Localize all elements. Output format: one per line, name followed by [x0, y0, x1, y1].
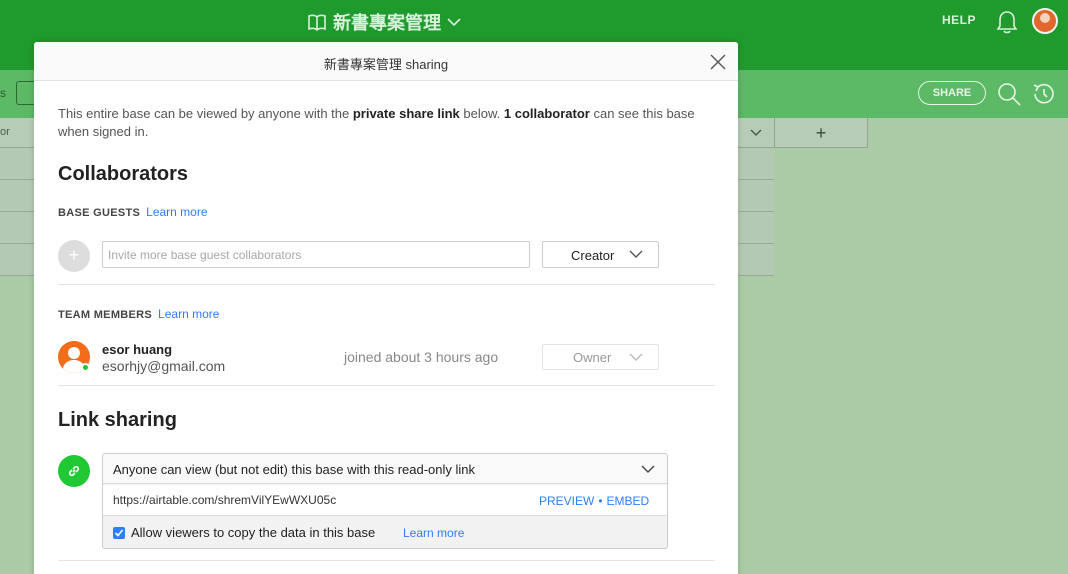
separator-dot: •: [598, 494, 603, 508]
link-sharing-heading: Link sharing: [58, 409, 177, 431]
invite-collaborators-input[interactable]: [102, 241, 530, 268]
checkmark-icon: [114, 529, 124, 537]
member-joined-time: joined about 3 hours ago: [344, 349, 499, 365]
member-name: esor huang: [102, 342, 173, 357]
chevron-down-icon: [629, 353, 643, 361]
column-header-stub[interactable]: or: [0, 126, 10, 138]
invite-role-select[interactable]: Creator: [542, 241, 659, 268]
base-guests-learn-more-link[interactable]: Learn more: [146, 205, 207, 219]
allow-copy-learn-more-link[interactable]: Learn more: [403, 526, 464, 540]
divider: [58, 385, 715, 386]
preview-link[interactable]: PREVIEW: [539, 494, 594, 508]
link-permission-value: Anyone can view (but not edit) this base…: [113, 462, 476, 477]
chevron-down-icon: [641, 465, 655, 473]
link-actions: PREVIEW • EMBED: [539, 494, 649, 508]
link-icon-badge: [58, 455, 90, 487]
add-column-button[interactable]: +: [774, 118, 868, 148]
member-role-value: Owner: [573, 350, 612, 365]
sharing-dialog: 新書專案管理 sharing This entire base can be v…: [34, 42, 738, 574]
chevron-down-icon: [447, 18, 461, 27]
online-status-dot: [81, 363, 90, 372]
base-title: 新書專案管理: [333, 13, 441, 33]
base-guests-label: BASE GUESTS Learn more: [58, 205, 208, 219]
member-email: esorhjy@gmail.com: [102, 358, 226, 374]
chevron-down-icon[interactable]: [748, 124, 764, 140]
link-permission-select[interactable]: Anyone can view (but not edit) this base…: [103, 454, 667, 484]
embed-link[interactable]: EMBED: [607, 494, 650, 508]
team-members-learn-more-link[interactable]: Learn more: [158, 307, 219, 321]
divider: [58, 560, 715, 561]
allow-copy-row: Allow viewers to copy the data in this b…: [103, 517, 667, 548]
user-avatar[interactable]: [1032, 8, 1058, 34]
allow-copy-label[interactable]: Allow viewers to copy the data in this b…: [131, 525, 375, 540]
view-name-stub: s: [0, 86, 6, 100]
close-icon[interactable]: [710, 54, 726, 70]
team-members-label: TEAM MEMBERS Learn more: [58, 307, 220, 321]
divider: [58, 284, 715, 285]
help-link[interactable]: HELP: [942, 13, 976, 27]
base-title-menu[interactable]: 新書專案管理: [307, 9, 461, 35]
search-icon[interactable]: [996, 81, 1022, 107]
collaborators-heading: Collaborators: [58, 163, 189, 185]
share-link-panel: Anyone can view (but not edit) this base…: [102, 453, 668, 549]
dialog-header: 新書專案管理 sharing: [34, 42, 738, 81]
share-intro-text: This entire base can be viewed by anyone…: [58, 106, 695, 139]
bell-icon[interactable]: [995, 9, 1019, 35]
allow-copy-checkbox[interactable]: [113, 527, 125, 539]
link-icon: [68, 465, 80, 477]
member-role-select: Owner: [542, 344, 659, 370]
dialog-title: 新書專案管理 sharing: [323, 57, 449, 72]
invite-role-value: Creator: [571, 248, 615, 263]
history-icon[interactable]: [1030, 80, 1058, 108]
filter-button[interactable]: [16, 81, 36, 105]
add-collaborator-icon: +: [58, 240, 90, 272]
share-url[interactable]: https://airtable.com/shremVilYEwWXU05c: [113, 493, 336, 507]
book-icon: [308, 14, 326, 31]
share-url-row: https://airtable.com/shremVilYEwWXU05c P…: [103, 485, 667, 516]
share-button[interactable]: SHARE: [918, 81, 986, 105]
chevron-down-icon: [629, 250, 643, 258]
